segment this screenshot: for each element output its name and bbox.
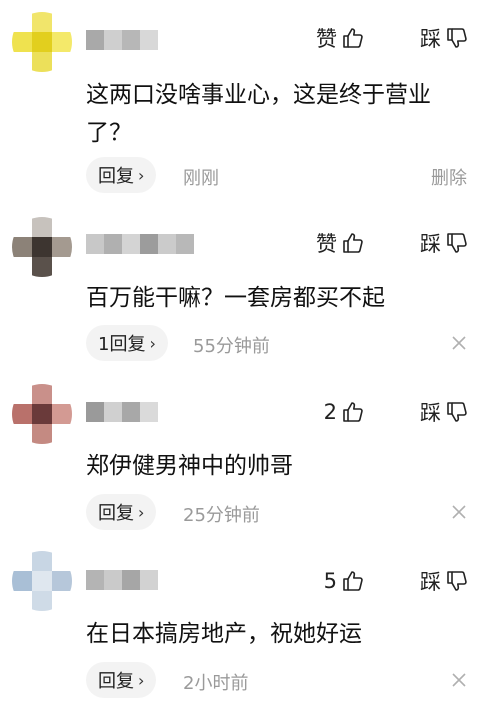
close-icon[interactable] bbox=[449, 670, 469, 690]
like-button[interactable]: 5 bbox=[324, 567, 365, 595]
avatar-pixel bbox=[52, 571, 72, 591]
avatar-pixel bbox=[32, 551, 52, 571]
reply-label: 回复 bbox=[98, 671, 134, 692]
dislike-button[interactable]: 踩 bbox=[420, 567, 469, 595]
dislike-label: 踩 bbox=[420, 570, 441, 594]
username-pixel bbox=[140, 570, 158, 590]
username-pixel bbox=[122, 570, 140, 590]
comment-text: 在日本搞房地产，祝她好运 bbox=[86, 621, 362, 647]
comment-item: 5 踩 在日本搞房地产，祝她好运 回复 › 2小时前 bbox=[0, 0, 495, 701]
thumbs-up-icon bbox=[341, 569, 365, 593]
avatar-pixel bbox=[52, 551, 72, 571]
avatar[interactable] bbox=[12, 551, 72, 611]
avatar-pixel bbox=[32, 591, 52, 611]
thumbs-down-icon bbox=[445, 569, 469, 593]
like-label: 5 bbox=[323, 569, 337, 593]
username[interactable] bbox=[86, 570, 158, 590]
username-pixel bbox=[86, 570, 104, 590]
reply-button[interactable]: 回复 › bbox=[86, 662, 157, 698]
username-pixel bbox=[104, 570, 122, 590]
avatar-pixel bbox=[12, 591, 32, 611]
avatar-pixel bbox=[12, 571, 32, 591]
avatar-pixel bbox=[12, 551, 32, 571]
avatar-pixel bbox=[52, 591, 72, 611]
chevron-right-icon: › bbox=[138, 670, 145, 690]
avatar-pixel bbox=[32, 571, 52, 591]
comment-time: 2小时前 bbox=[183, 673, 249, 694]
